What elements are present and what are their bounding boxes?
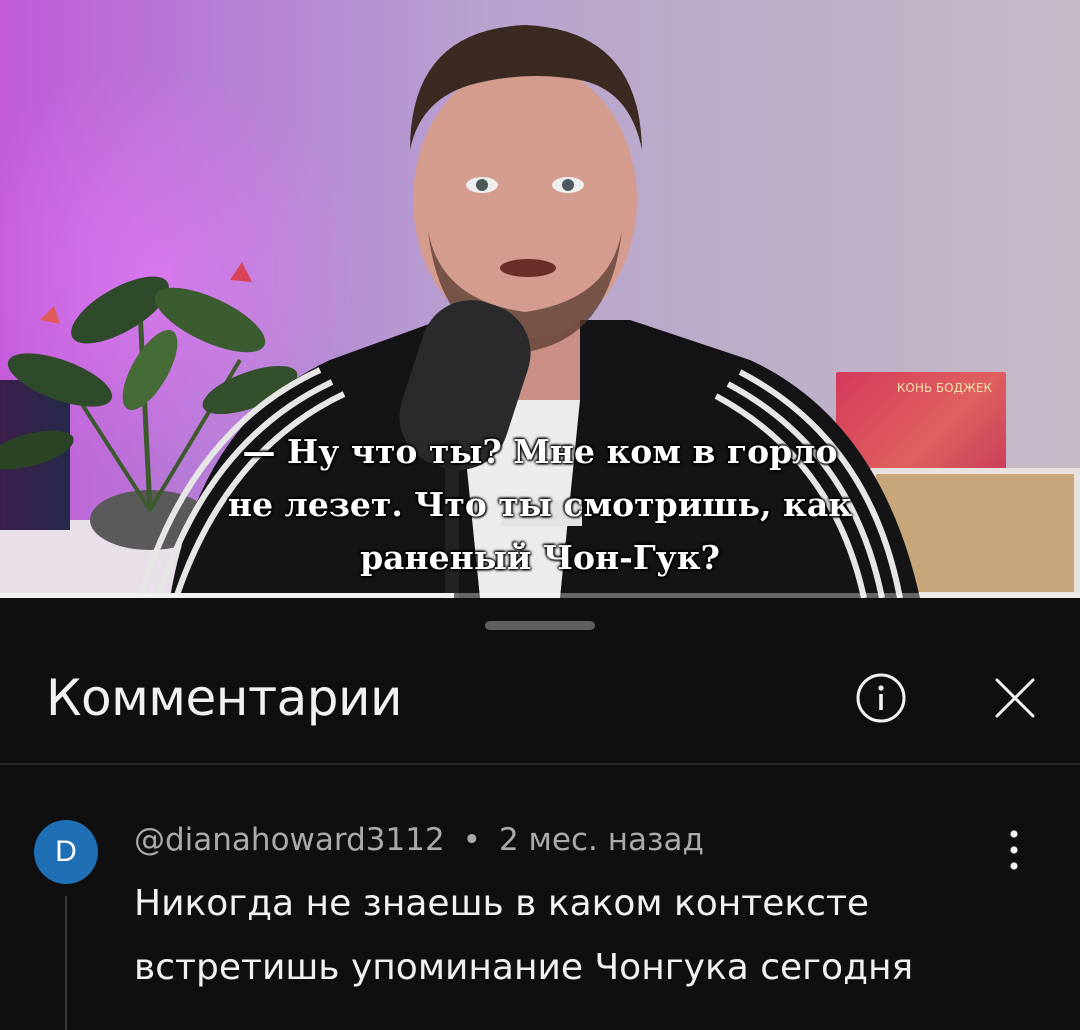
more-vertical-icon [1010,830,1018,870]
subtitle-line: — Ну что ты? Мне ком в горло [242,432,838,471]
comment-author[interactable]: @dianahoward3112 [134,822,445,858]
video-subtitles: — Ну что ты? Мне ком в горло не лезет. Ч… [0,425,1080,584]
avatar[interactable]: D [34,820,98,884]
comment-meta: @dianahoward3112 • 2 мес. назад [134,820,704,860]
close-x-icon [995,678,1035,718]
comments-sheet: Комментарии D @dianahoward3112 • 2 мес. на… [0,598,1080,1030]
info-button[interactable] [854,671,908,725]
drag-handle[interactable] [485,621,595,630]
subtitle-line: не лезет. Что ты смотришь, как [227,485,853,524]
meta-separator: • [462,822,481,858]
header-divider [0,763,1080,765]
info-circle-icon [856,673,906,723]
subtitle-line: раненый Чон-Гук? [360,538,720,577]
video-player[interactable]: КОНЬ БОДЖЕК — Ну что ты? Мне ком в горло… [0,0,1080,598]
thread-line [65,896,67,1030]
comment-menu-button[interactable] [996,824,1032,876]
comment-text: Никогда не знаешь в каком контексте встр… [134,883,914,988]
sheet-title: Комментарии [46,669,402,727]
comment-time: 2 мес. назад [498,822,704,858]
close-button[interactable] [988,671,1042,725]
